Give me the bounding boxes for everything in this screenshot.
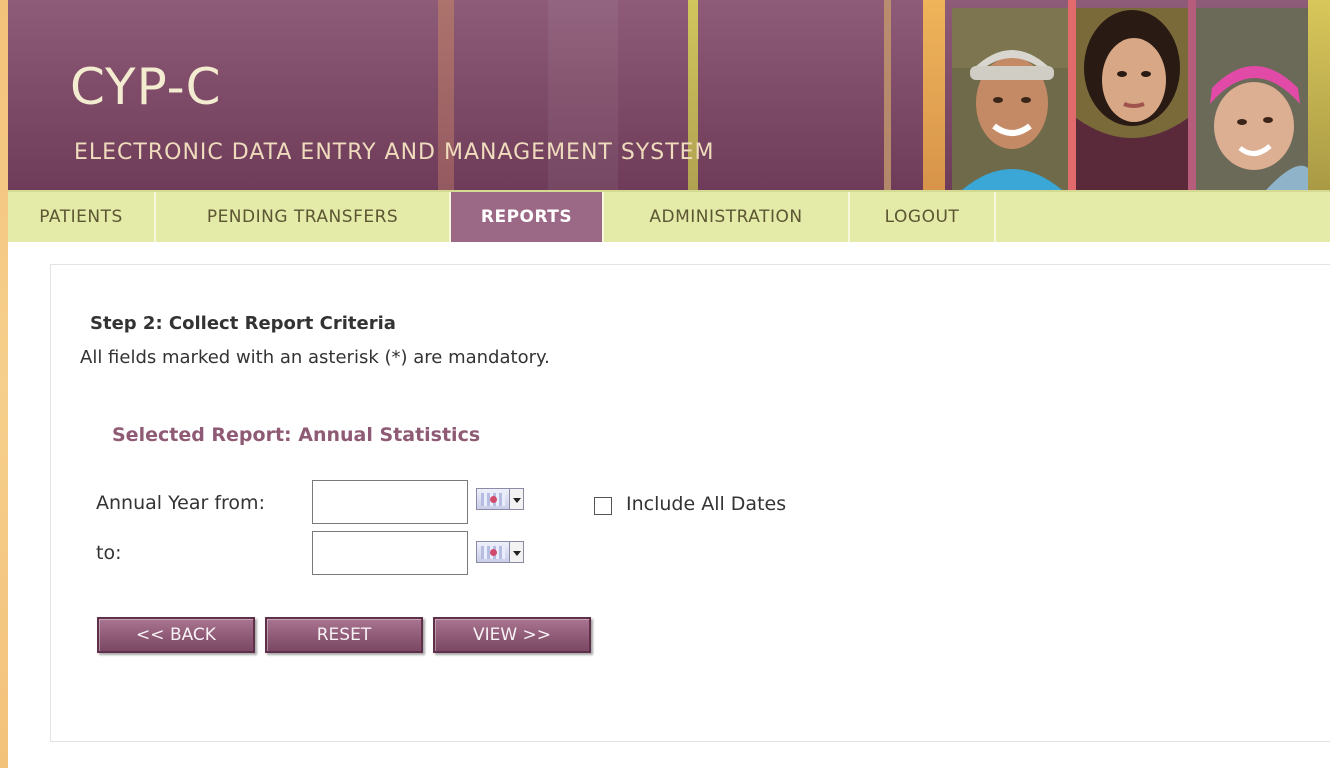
- step-description: All fields marked with an asterisk (*) a…: [80, 347, 550, 368]
- chevron-down-icon: [510, 541, 524, 563]
- nav-pending-transfers[interactable]: PENDING TRANSFERS: [156, 192, 451, 242]
- banner-photo-young-woman: [1076, 8, 1188, 190]
- reset-button[interactable]: RESET: [265, 617, 423, 653]
- step-title: Step 2: Collect Report Criteria: [90, 313, 396, 334]
- banner-photo-young-man: [952, 8, 1068, 190]
- header-banner: CYP-C ELECTRONIC DATA ENTRY AND MANAGEME…: [8, 0, 1330, 190]
- include-all-dates-label[interactable]: Include All Dates: [626, 493, 786, 515]
- chevron-down-icon: [510, 488, 524, 510]
- banner-stripe: [884, 0, 891, 190]
- year-from-label: Annual Year from:: [96, 492, 265, 514]
- app-subtitle: ELECTRONIC DATA ENTRY AND MANAGEMENT SYS…: [74, 140, 715, 165]
- nav-reports[interactable]: REPORTS: [451, 192, 604, 242]
- banner-photo-girl: [1196, 8, 1308, 190]
- selected-report-title: Selected Report: Annual Statistics: [112, 424, 481, 446]
- year-from-calendar-button[interactable]: [476, 486, 526, 512]
- view-button[interactable]: VIEW >>: [433, 617, 591, 653]
- main-nav: PATIENTS PENDING TRANSFERS REPORTS ADMIN…: [8, 190, 1330, 242]
- back-button[interactable]: << BACK: [97, 617, 255, 653]
- year-to-input[interactable]: [312, 531, 468, 575]
- banner-stripe: [1308, 0, 1330, 190]
- nav-administration[interactable]: ADMINISTRATION: [604, 192, 850, 242]
- calendar-icon: [476, 541, 510, 563]
- year-from-input[interactable]: [312, 480, 468, 524]
- calendar-icon: [476, 488, 510, 510]
- year-to-label: to:: [96, 542, 122, 564]
- banner-stripe: [1188, 0, 1196, 190]
- app-title: CYP-C: [70, 58, 222, 116]
- left-border: [0, 0, 8, 768]
- nav-logout[interactable]: LOGOUT: [850, 192, 996, 242]
- include-all-dates-checkbox[interactable]: [594, 497, 612, 515]
- page: CYP-C ELECTRONIC DATA ENTRY AND MANAGEME…: [0, 0, 1330, 768]
- nav-patients[interactable]: PATIENTS: [8, 192, 156, 242]
- banner-stripe: [1068, 0, 1076, 190]
- nav-filler: [996, 192, 1330, 242]
- banner-stripe: [923, 0, 945, 190]
- year-to-calendar-button[interactable]: [476, 539, 526, 565]
